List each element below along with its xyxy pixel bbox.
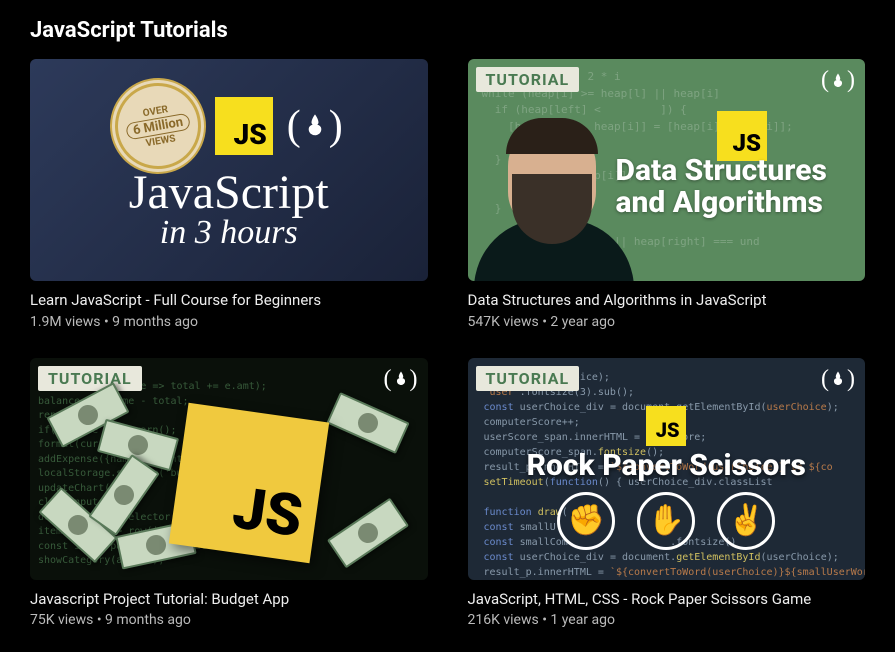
freecodecamp-logo: (): [821, 67, 855, 94]
video-age: 2 year ago: [550, 314, 615, 330]
paper-icon: ✋: [637, 492, 695, 550]
rps-icons: ✊ ✋ ✌️: [468, 492, 866, 550]
video-meta: 1.9M views • 9 months ago: [30, 314, 428, 330]
scissors-icon: ✌️: [717, 492, 775, 550]
flame-icon: [829, 370, 847, 388]
freecodecamp-logo: ( ): [287, 102, 343, 150]
thumb-headline: JavaScript: [129, 165, 329, 220]
thumb-headline: Data Structures and Algorithms: [616, 155, 854, 220]
tutorial-tag: TUTORIAL: [476, 366, 580, 391]
video-thumbnail[interactable]: }, computerChoice); "user".fontsize(3).s…: [468, 358, 866, 580]
video-views: 216K views: [468, 612, 539, 628]
video-age: 9 months ago: [112, 314, 198, 330]
tutorial-tag: TUTORIAL: [476, 67, 580, 92]
video-thumbnail[interactable]: budget.value = 0; expenses.forEach(e => …: [30, 358, 428, 580]
video-card[interactable]: budget.value = 0; expenses.forEach(e => …: [30, 358, 428, 629]
video-title[interactable]: JavaScript, HTML, CSS - Rock Paper Sciss…: [468, 590, 866, 610]
presenter-face: [486, 116, 616, 281]
js-logo: JS: [215, 97, 273, 155]
video-meta: 216K views • 1 year ago: [468, 612, 866, 628]
video-thumbnail[interactable]: OVER 6 Million VIEWS JS ( ) JavaScript i…: [30, 59, 428, 281]
flame-icon: [301, 112, 329, 140]
js-logo: JS: [169, 402, 329, 562]
js-logo: JS: [646, 406, 686, 446]
video-card[interactable]: - 2 * i while (heap[i] >= heap[l] || hea…: [468, 59, 866, 330]
rock-icon: ✊: [557, 492, 615, 550]
video-title[interactable]: Data Structures and Algorithms in JavaSc…: [468, 291, 866, 311]
flame-icon: [392, 370, 410, 388]
video-views: 75K views: [30, 612, 93, 628]
video-age: 1 year ago: [550, 612, 615, 628]
video-grid: OVER 6 Million VIEWS JS ( ) JavaScript i…: [30, 59, 865, 628]
section-title: JavaScript Tutorials: [30, 18, 865, 43]
flame-icon: [829, 72, 847, 90]
video-thumbnail[interactable]: - 2 * i while (heap[i] >= heap[l] || hea…: [468, 59, 866, 281]
thumb-headline: Rock Paper Scissors: [468, 448, 866, 483]
tutorial-tag: TUTORIAL: [38, 366, 142, 391]
views-stamp: OVER 6 Million VIEWS: [108, 76, 208, 176]
freecodecamp-logo: (): [821, 366, 855, 393]
video-title[interactable]: Javascript Project Tutorial: Budget App: [30, 590, 428, 610]
video-card[interactable]: }, computerChoice); "user".fontsize(3).s…: [468, 358, 866, 629]
video-meta: 547K views • 2 year ago: [468, 314, 866, 330]
thumb-subline: in 3 hours: [160, 214, 298, 252]
video-views: 1.9M views: [30, 314, 100, 330]
video-age: 9 months ago: [105, 612, 191, 628]
video-title[interactable]: Learn JavaScript - Full Course for Begin…: [30, 291, 428, 311]
video-meta: 75K views • 9 months ago: [30, 612, 428, 628]
video-card[interactable]: OVER 6 Million VIEWS JS ( ) JavaScript i…: [30, 59, 428, 330]
freecodecamp-logo: (): [384, 366, 418, 393]
video-views: 547K views: [468, 314, 539, 330]
